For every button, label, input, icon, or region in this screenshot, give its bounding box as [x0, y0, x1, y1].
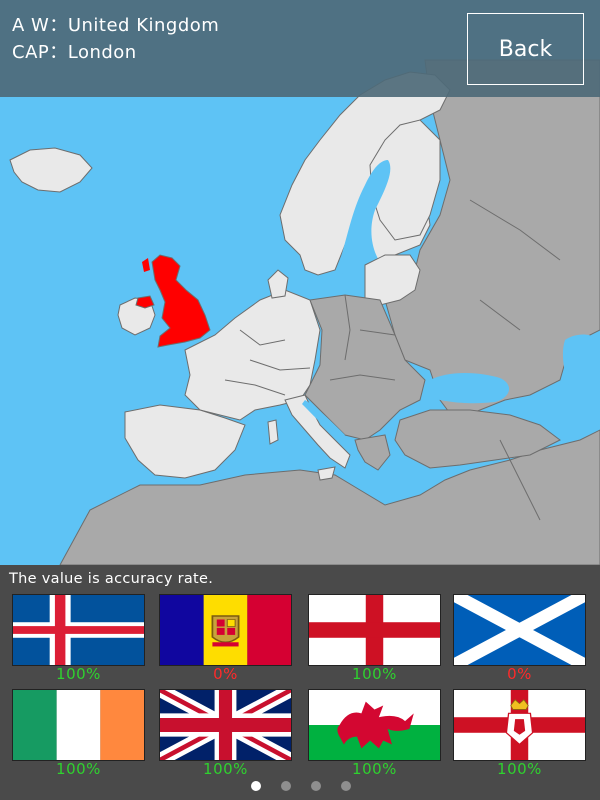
flag-accuracy: 100% — [497, 760, 542, 778]
sardinia-region[interactable] — [267, 419, 279, 445]
flag-accuracy: 100% — [56, 760, 101, 778]
page-dot[interactable] — [311, 781, 321, 791]
flag-accuracy: 0% — [507, 665, 532, 683]
country-line: A W：United Kingdom — [12, 15, 220, 36]
page-dot[interactable] — [281, 781, 291, 791]
flag-accuracy: 100% — [352, 665, 397, 683]
northern-ireland-region[interactable] — [135, 295, 155, 309]
black-sea — [426, 373, 510, 404]
flag-accuracy: 100% — [56, 665, 101, 683]
flag-card-ireland[interactable]: 100% — [12, 689, 145, 782]
flag-card-andorra[interactable]: 0% — [159, 594, 292, 687]
page-dot[interactable] — [251, 781, 261, 791]
accuracy-note: The value is accuracy rate. — [9, 571, 214, 587]
flag-accuracy: 0% — [213, 665, 238, 683]
united-kingdom-flag-icon — [159, 689, 292, 761]
flag-accuracy: 100% — [352, 760, 397, 778]
flag-card-england[interactable]: 100% — [308, 594, 441, 687]
flag-card-wales[interactable]: 100% — [308, 689, 441, 782]
iceland-flag-icon — [12, 594, 145, 666]
top-info-bar: A W：United Kingdom CAP：London Back — [0, 0, 600, 97]
ireland-flag-icon — [12, 689, 145, 761]
back-button[interactable]: Back — [467, 13, 584, 85]
flag-card-iceland[interactable]: 100% — [12, 594, 145, 687]
flag-accuracy: 100% — [203, 760, 248, 778]
wales-flag-icon — [308, 689, 441, 761]
page-dot[interactable] — [341, 781, 351, 791]
england-flag-icon — [308, 594, 441, 666]
flag-card-scotland[interactable]: 0% — [453, 594, 586, 687]
flag-card-united-kingdom[interactable]: 100% — [159, 689, 292, 782]
andorra-flag-icon — [159, 594, 292, 666]
flag-panel: The value is accuracy rate. 100% 0% 100%… — [0, 565, 600, 800]
page-indicator[interactable] — [0, 779, 600, 793]
scotland-flag-icon — [453, 594, 586, 666]
flag-card-northern-ireland[interactable]: 100% — [453, 689, 586, 782]
northern-ireland-flag-icon — [453, 689, 586, 761]
capital-line: CAP：London — [12, 42, 137, 63]
